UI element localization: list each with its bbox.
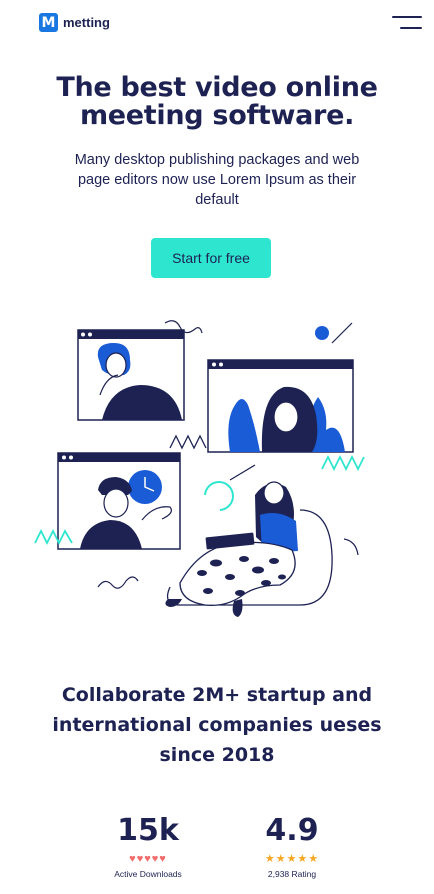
stat-downloads-value: 15k xyxy=(117,813,179,848)
header: M metting xyxy=(0,0,434,46)
stat-rating-value: 4.9 xyxy=(265,813,319,848)
logo-mark-icon: M xyxy=(39,13,58,32)
star-rating-icon: ★★★★★ xyxy=(264,853,320,865)
collaborate-line-3: since 2018 xyxy=(159,744,275,766)
stat-downloads: 15k ♥♥♥♥♥ Active Downloads xyxy=(108,813,188,880)
woman-with-laptop xyxy=(165,464,333,617)
collaborate-line-1: Collaborate 2M+ startup and xyxy=(61,684,373,706)
heart-rating-icon: ♥♥♥♥♥ xyxy=(129,853,167,865)
video-window-2 xyxy=(207,359,354,453)
start-for-free-button[interactable]: Start for free xyxy=(151,238,271,278)
stat-rating-label: 2,938 Rating xyxy=(267,869,317,879)
video-window-1 xyxy=(77,329,185,421)
stat-downloads-label: Active Downloads xyxy=(114,869,182,879)
menu-line-top xyxy=(392,16,422,18)
collaborate-heading: Collaborate 2M+ startup and internationa… xyxy=(40,680,394,770)
menu-line-bottom xyxy=(400,27,422,29)
hero-title: The best video online meeting software. xyxy=(0,74,434,130)
video-window-3 xyxy=(57,452,181,550)
collaborate-line-2: international companies ueses xyxy=(52,714,382,736)
stat-rating: 4.9 ★★★★★ 2,938 Rating xyxy=(252,813,332,880)
hero-subtitle: Many desktop publishing packages and web… xyxy=(74,152,360,208)
hero-title-line-2: meeting software. xyxy=(79,100,355,131)
logo-text: metting xyxy=(63,15,110,30)
hero-title-line-1: The best video online xyxy=(56,72,378,103)
logo[interactable]: M metting xyxy=(39,13,110,32)
video-meeting-illustration xyxy=(34,320,365,617)
hamburger-menu-icon[interactable] xyxy=(390,15,422,33)
